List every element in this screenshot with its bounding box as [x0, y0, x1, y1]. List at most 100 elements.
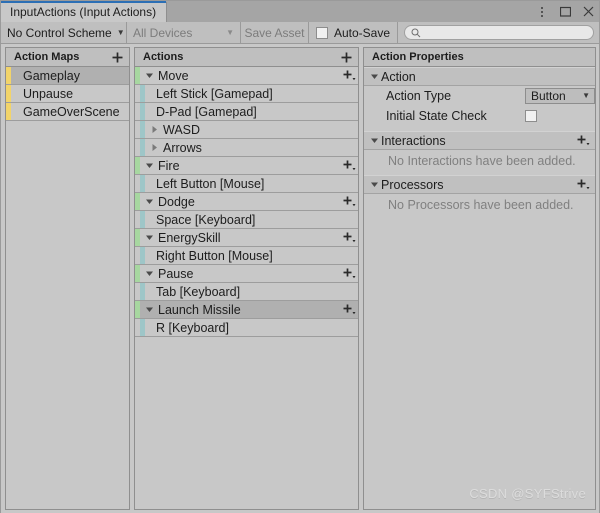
binding-color-stripe: [140, 121, 145, 138]
chevron-down-icon: ▼: [226, 27, 234, 37]
control-scheme-dropdown[interactable]: No Control Scheme ▼: [1, 22, 127, 43]
action-color-stripe: [135, 301, 140, 318]
add-binding-button[interactable]: [341, 193, 358, 210]
action-color-stripe: [135, 193, 140, 210]
add-binding-button[interactable]: [341, 67, 358, 84]
save-asset-button[interactable]: Save Asset: [241, 22, 309, 43]
save-asset-label: Save Asset: [244, 25, 305, 40]
binding-label: WASD: [163, 122, 201, 137]
processors-section-title: Processors: [381, 177, 444, 192]
editor-content: Action Maps Gameplay Unpause GameOverScene…: [1, 44, 599, 513]
editor-toolbar: No Control Scheme ▼ All Devices ▼ Save A…: [1, 22, 599, 44]
add-binding-button[interactable]: [341, 265, 358, 282]
action-type-dropdown[interactable]: Button ▼: [525, 88, 595, 104]
binding-label: Tab [Keyboard]: [156, 284, 241, 299]
search-field[interactable]: [404, 25, 594, 40]
close-icon[interactable]: [581, 5, 595, 19]
add-interaction-button[interactable]: [575, 132, 592, 149]
unity-input-actions-window: InputActions (Input Actions) No Control …: [0, 0, 600, 513]
action-row[interactable]: Dodge: [135, 193, 358, 211]
composite-binding-row[interactable]: Arrows: [135, 139, 358, 157]
action-maps-header: Action Maps: [6, 48, 129, 67]
search-container: [398, 22, 599, 43]
processors-section-header[interactable]: Processors: [364, 175, 595, 194]
auto-save-label: Auto-Save: [334, 25, 391, 40]
triangle-expanded-icon: [368, 180, 381, 189]
action-row[interactable]: Launch Missile: [135, 301, 358, 319]
triangle-expanded-icon[interactable]: [143, 161, 156, 170]
triangle-expanded-icon[interactable]: [143, 71, 156, 80]
binding-row[interactable]: Left Button [Mouse]: [135, 175, 358, 193]
binding-label: D-Pad [Gamepad]: [156, 104, 257, 119]
processors-empty-text: No Processors have been added.: [388, 198, 574, 212]
triangle-expanded-icon[interactable]: [143, 197, 156, 206]
devices-dropdown[interactable]: All Devices ▼: [127, 22, 241, 43]
action-row[interactable]: EnergySkill: [135, 229, 358, 247]
binding-row[interactable]: R [Keyboard]: [135, 319, 358, 337]
interactions-section-header[interactable]: Interactions: [364, 131, 595, 150]
tab-label: InputActions (Input Actions): [10, 5, 157, 19]
binding-label: Space [Keyboard]: [156, 212, 256, 227]
add-action-map-button[interactable]: [109, 49, 126, 66]
auto-save-checkbox[interactable]: [316, 26, 328, 39]
binding-row[interactable]: Space [Keyboard]: [135, 211, 358, 229]
action-maps-list[interactable]: Gameplay Unpause GameOverScene: [6, 67, 129, 509]
control-scheme-value: No Control Scheme: [7, 25, 112, 40]
action-label: Launch Missile: [158, 302, 241, 317]
action-map-label: GameOverScene: [23, 104, 120, 119]
action-map-row[interactable]: Unpause: [6, 85, 129, 103]
triangle-expanded-icon: [368, 136, 381, 145]
devices-value: All Devices: [133, 25, 193, 40]
add-action-button[interactable]: [338, 49, 355, 66]
triangle-collapsed-icon[interactable]: [148, 143, 161, 152]
auto-save-toggle[interactable]: Auto-Save: [309, 22, 399, 43]
initial-state-check-label: Initial State Check: [386, 109, 487, 123]
search-input[interactable]: [425, 26, 587, 39]
action-map-row[interactable]: Gameplay: [6, 67, 129, 85]
action-row[interactable]: Pause: [135, 265, 358, 283]
binding-row[interactable]: Left Stick [Gamepad]: [135, 85, 358, 103]
action-label: Dodge: [158, 194, 195, 209]
action-properties-panel: Action Properties Action Action Type But…: [363, 47, 596, 510]
triangle-expanded-icon[interactable]: [143, 305, 156, 314]
triangle-expanded-icon[interactable]: [143, 233, 156, 242]
kebab-menu-icon[interactable]: [535, 5, 549, 19]
action-section-title: Action: [381, 69, 416, 84]
chevron-down-icon: ▼: [116, 27, 125, 37]
add-binding-button[interactable]: [341, 301, 358, 318]
binding-row[interactable]: D-Pad [Gamepad]: [135, 103, 358, 121]
action-section-header[interactable]: Action: [364, 67, 595, 86]
triangle-expanded-icon: [368, 72, 381, 81]
action-label: EnergySkill: [158, 230, 221, 245]
actions-tree[interactable]: Move Left Stick [Gamepad] D-Pad [Gamepad] W…: [135, 67, 358, 509]
add-binding-button[interactable]: [341, 229, 358, 246]
binding-row[interactable]: Tab [Keyboard]: [135, 283, 358, 301]
action-maps-panel: Action Maps Gameplay Unpause GameOverScene: [5, 47, 130, 510]
add-binding-button[interactable]: [341, 157, 358, 174]
maximize-icon[interactable]: [558, 5, 572, 19]
binding-color-stripe: [140, 139, 145, 156]
action-map-row[interactable]: GameOverScene: [6, 103, 129, 121]
action-label: Fire: [158, 158, 180, 173]
triangle-collapsed-icon[interactable]: [148, 125, 161, 134]
action-row[interactable]: Fire: [135, 157, 358, 175]
search-icon: [411, 28, 421, 37]
binding-label: Left Stick [Gamepad]: [156, 86, 273, 101]
composite-binding-row[interactable]: WASD: [135, 121, 358, 139]
interactions-section-title: Interactions: [381, 133, 446, 148]
action-row[interactable]: Move: [135, 67, 358, 85]
binding-label: R [Keyboard]: [156, 320, 229, 335]
binding-label: Arrows: [163, 140, 202, 155]
triangle-expanded-icon[interactable]: [143, 269, 156, 278]
tab-input-actions[interactable]: InputActions (Input Actions): [1, 1, 168, 22]
actions-header: Actions: [135, 48, 358, 67]
action-color-stripe: [135, 229, 140, 246]
initial-state-check-row: Initial State Check: [364, 106, 595, 126]
action-type-label: Action Type: [386, 89, 452, 103]
action-color-stripe: [135, 265, 140, 282]
binding-row[interactable]: Right Button [Mouse]: [135, 247, 358, 265]
initial-state-check-checkbox[interactable]: [525, 110, 537, 122]
add-processor-button[interactable]: [575, 176, 592, 193]
action-type-value: Button: [531, 89, 566, 103]
action-color-stripe: [135, 67, 140, 84]
